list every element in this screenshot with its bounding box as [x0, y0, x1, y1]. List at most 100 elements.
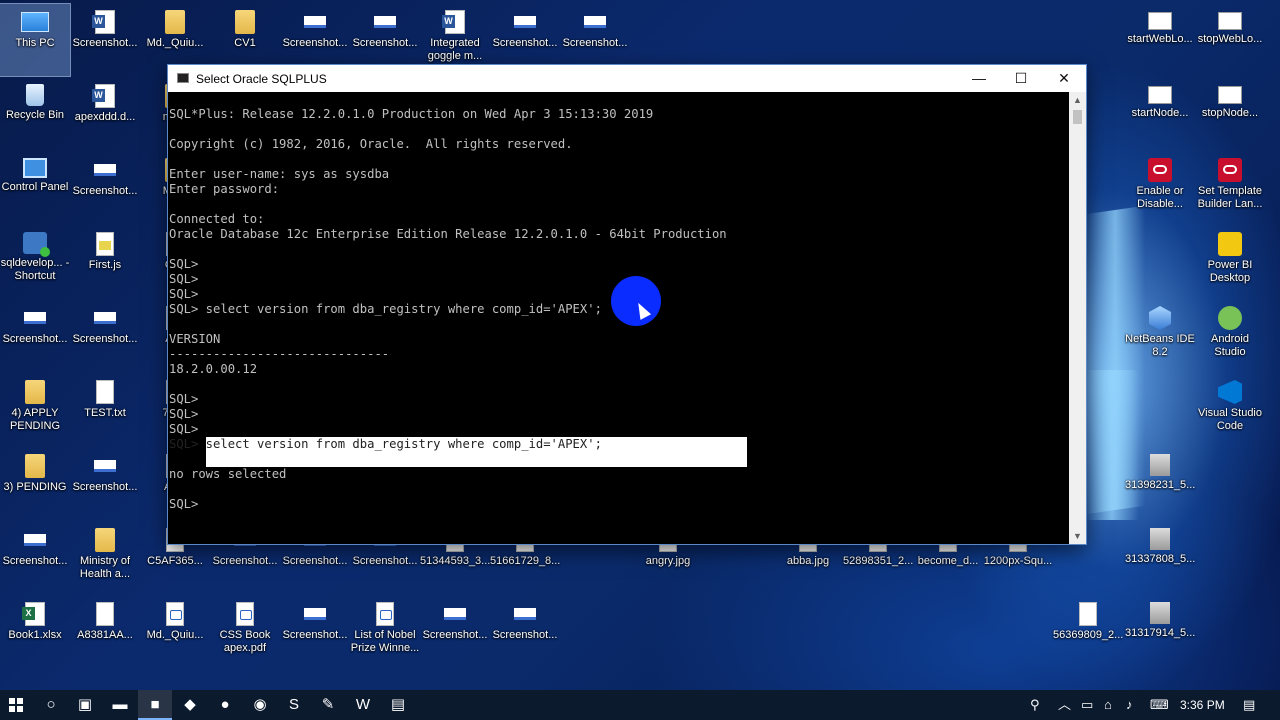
- folder-icon: [25, 454, 45, 478]
- taskbar-file-explorer-icon[interactable]: ▬: [103, 690, 137, 720]
- desktop-icon[interactable]: apexddd.d...: [70, 78, 140, 150]
- weblogic-icon: [1148, 12, 1172, 30]
- desktop-icon[interactable]: 4) APPLY PENDING: [0, 374, 70, 446]
- scroll-down-arrow-icon[interactable]: ▼: [1069, 528, 1086, 544]
- desktop-icon-label: abba.jpg: [786, 555, 830, 567]
- chevron-up-icon[interactable]: ︿: [1058, 690, 1071, 720]
- windows-logo-icon: [9, 698, 23, 712]
- desktop-icon[interactable]: stopWebLo...: [1195, 4, 1265, 76]
- minimize-button[interactable]: —: [957, 65, 1001, 92]
- desktop-icon-label: Screenshot...: [282, 37, 348, 49]
- shot-icon: [304, 16, 326, 28]
- taskbar-notepad-icon[interactable]: ✎: [311, 690, 345, 720]
- desktop-icon[interactable]: Screenshot...: [70, 300, 140, 372]
- desktop-icon[interactable]: Power BI Desktop: [1195, 226, 1265, 298]
- taskbar-task-view-icon[interactable]: ▣: [68, 690, 102, 720]
- desktop-icon[interactable]: 56369809_2...: [1053, 596, 1123, 668]
- desktop-icon[interactable]: Screenshot...: [0, 300, 70, 372]
- close-button[interactable]: ✕: [1042, 65, 1086, 92]
- desktop-icon[interactable]: NetBeans IDE 8.2: [1125, 300, 1195, 372]
- gray-icon: [1150, 528, 1170, 550]
- start-button[interactable]: [0, 690, 34, 720]
- desktop-icon[interactable]: Recycle Bin: [0, 78, 70, 150]
- people-icon[interactable]: ⚲: [1030, 690, 1040, 720]
- desktop-icon[interactable]: stopNode...: [1195, 78, 1265, 150]
- shot-icon: [24, 312, 46, 324]
- desktop-icon-label: 4) APPLY PENDING: [9, 407, 61, 432]
- desktop-icon[interactable]: Screenshot...: [70, 448, 140, 520]
- volume-icon[interactable]: ♪: [1126, 690, 1133, 720]
- desktop-icon[interactable]: startNode...: [1125, 78, 1195, 150]
- taskbar-word-icon[interactable]: W: [346, 690, 380, 720]
- desktop-icon-label: TEST.txt: [84, 407, 126, 419]
- network-icon[interactable]: ⌂: [1104, 690, 1112, 720]
- desktop-icon[interactable]: Screenshot...: [70, 4, 140, 76]
- desktop-icon[interactable]: Screenshot...: [280, 596, 350, 668]
- desktop-icon[interactable]: Screenshot...: [490, 596, 560, 668]
- gray-icon: [1150, 602, 1170, 624]
- console-line: SQL>: [169, 272, 199, 286]
- console-line: Copyright (c) 1982, 2016, Oracle. All ri…: [169, 137, 573, 151]
- scroll-up-arrow-icon[interactable]: ▲: [1069, 92, 1086, 108]
- desktop-icon[interactable]: Md._Quiu...: [140, 596, 210, 668]
- desktop-icon[interactable]: This PC: [0, 3, 71, 77]
- taskbar-chrome-icon[interactable]: ◉: [243, 690, 277, 720]
- desktop-icon-label: List of Nobel Prize Winne...: [350, 629, 420, 654]
- desktop-icon[interactable]: Enable or Disable...: [1125, 152, 1195, 224]
- desktop-icon-label: This PC: [15, 37, 55, 49]
- desktop-icon-label: stopNode...: [1201, 107, 1259, 119]
- taskbar-clock[interactable]: 3:36 PM: [1180, 690, 1225, 720]
- desktop-icon[interactable]: TEST.txt: [70, 374, 140, 446]
- taskbar: ○ ▣ ▬ ■ ◆ ● ◉ S ✎ W ▤ ⚲ ︿ ▭ ⌂ ♪ ⌨ 3:36 PM ▤: [0, 690, 1280, 720]
- folder-icon: [165, 10, 185, 34]
- desktop-icon[interactable]: 31317914_5...: [1125, 596, 1195, 668]
- desktop-icon-label: Screenshot...: [2, 333, 68, 345]
- desktop-icon[interactable]: Control Panel: [0, 152, 70, 224]
- taskbar-app-cube-icon[interactable]: ◆: [173, 690, 207, 720]
- keyboard-icon[interactable]: ⌨: [1150, 690, 1169, 720]
- pbi-icon: [1218, 232, 1242, 256]
- desktop-icon[interactable]: First.js: [70, 226, 140, 298]
- desktop-icon-label: Enable or Disable...: [1136, 185, 1184, 210]
- desktop-icon[interactable]: sqldevelop... - Shortcut: [0, 226, 70, 298]
- notifications-icon[interactable]: ▤: [1243, 690, 1255, 720]
- console-line: SQL> select version from dba_registry wh…: [169, 302, 602, 316]
- shot-icon: [24, 534, 46, 546]
- desktop-icon-label: 31398231_5...: [1125, 479, 1196, 491]
- desktop-icon[interactable]: Screenshot...: [420, 596, 490, 668]
- desktop-icon[interactable]: CSS Book apex.pdf: [210, 596, 280, 668]
- taskbar-search-icon[interactable]: ○: [34, 690, 68, 720]
- taskbar-app-doc-icon[interactable]: ▤: [381, 690, 415, 720]
- shot-icon: [514, 16, 536, 28]
- battery-icon[interactable]: ▭: [1081, 690, 1093, 720]
- desktop-icon[interactable]: Book1.xlsx: [0, 596, 70, 668]
- desktop-icon-label: CSS Book apex.pdf: [219, 629, 271, 654]
- desktop-icon[interactable]: 3) PENDING: [0, 448, 70, 520]
- desktop-icon-label: Screenshot...: [212, 555, 278, 567]
- desktop-icon[interactable]: Screenshot...: [70, 152, 140, 224]
- desktop-icon-label: Screenshot...: [562, 37, 628, 49]
- desktop-icon[interactable]: Set Template Builder Lan...: [1195, 152, 1265, 224]
- desktop-icon[interactable]: A8381AA...: [70, 596, 140, 668]
- desktop-icon[interactable]: 31398231_5...: [1125, 448, 1195, 520]
- desktop-icon[interactable]: Visual Studio Code: [1195, 374, 1265, 446]
- taskbar-sqlplus-icon[interactable]: ■: [138, 690, 172, 720]
- desktop-icon-label: 56369809_2...: [1053, 629, 1124, 641]
- desktop-icon-label: 51344593_3...: [420, 555, 491, 567]
- desktop-icon-label: Integrated goggle m...: [427, 37, 483, 62]
- desktop-icon-label: Md._Quiu...: [146, 37, 204, 49]
- desktop-icon[interactable]: Screenshot...: [0, 522, 70, 594]
- taskbar-skype-icon[interactable]: S: [277, 690, 311, 720]
- desktop-icon[interactable]: Ministry of Health a...: [70, 522, 140, 594]
- desktop-icon[interactable]: startWebLo...: [1125, 4, 1195, 76]
- desktop-icon[interactable]: 31337808_5...: [1125, 522, 1195, 594]
- desktop-icon[interactable]: Android Studio: [1195, 300, 1265, 372]
- maximize-button[interactable]: ☐: [999, 65, 1043, 92]
- window-titlebar[interactable]: Select Oracle SQLPLUS — ☐ ✕: [168, 65, 1086, 92]
- taskbar-app-chat-icon[interactable]: ●: [208, 690, 242, 720]
- vertical-scrollbar[interactable]: ▲ ▼: [1069, 92, 1086, 544]
- shot-icon: [584, 16, 606, 28]
- scroll-thumb[interactable]: [1073, 110, 1082, 124]
- desktop-icon[interactable]: List of Nobel Prize Winne...: [350, 596, 420, 668]
- doc-icon: [1079, 602, 1097, 626]
